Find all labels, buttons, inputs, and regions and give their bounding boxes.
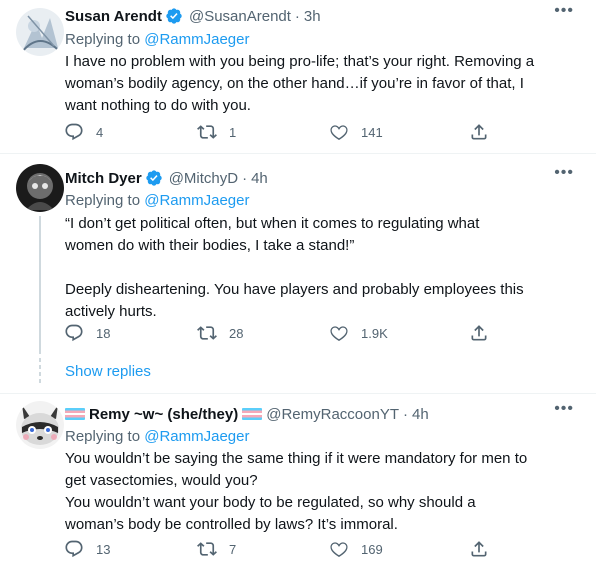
retweet-button[interactable]: 7 bbox=[197, 539, 236, 559]
replying-to-label: Replying to bbox=[65, 428, 141, 445]
replying-to-label: Replying to bbox=[65, 31, 141, 48]
author-name[interactable]: Remy ~w~ (she/they) bbox=[89, 406, 238, 423]
like-icon bbox=[330, 125, 348, 141]
tweet-time[interactable]: 4h bbox=[251, 170, 268, 187]
tweet-text: I have no problem with you being pro-lif… bbox=[65, 53, 535, 114]
thread-dots bbox=[39, 358, 41, 386]
reply-icon bbox=[65, 540, 83, 558]
avatar-susan-arendt[interactable] bbox=[16, 8, 64, 56]
reply-count: 4 bbox=[96, 124, 104, 140]
retweet-count: 1 bbox=[229, 124, 237, 140]
replying-to-link[interactable]: @RammJaeger bbox=[144, 192, 249, 209]
like-count: 141 bbox=[361, 124, 383, 140]
reply-count: 18 bbox=[96, 325, 111, 341]
tweet-header: Remy ~w~ (she/they) @RemyRaccoonYT · 4h bbox=[65, 403, 429, 425]
verified-badge-icon bbox=[145, 169, 163, 187]
replying-to: Replying to @RammJaeger bbox=[65, 428, 249, 445]
more-icon[interactable]: ••• bbox=[554, 164, 574, 182]
share-button[interactable] bbox=[469, 323, 489, 343]
tweet-time[interactable]: 4h bbox=[412, 406, 429, 423]
share-button[interactable] bbox=[469, 122, 489, 142]
reply-icon bbox=[65, 123, 83, 141]
tweet-actions: 13 7 169 bbox=[64, 539, 494, 563]
like-button[interactable]: 141 bbox=[329, 122, 383, 142]
replying-to-link[interactable]: @RammJaeger bbox=[144, 428, 249, 445]
author-name[interactable]: Mitch Dyer bbox=[65, 170, 142, 187]
like-count: 1.9K bbox=[361, 325, 388, 341]
like-button[interactable]: 1.9K bbox=[329, 323, 388, 343]
retweet-icon bbox=[197, 542, 217, 556]
replying-to: Replying to @RammJaeger bbox=[65, 192, 249, 209]
share-button[interactable] bbox=[469, 539, 489, 559]
tweet-text: “I don’t get political often, but when i… bbox=[65, 215, 524, 320]
author-handle[interactable]: @SusanArendt bbox=[189, 8, 291, 25]
reply-button[interactable]: 13 bbox=[64, 539, 110, 559]
reply-count: 13 bbox=[96, 541, 111, 557]
replying-to-label: Replying to bbox=[65, 192, 141, 209]
retweet-button[interactable]: 28 bbox=[197, 323, 243, 343]
retweet-count: 7 bbox=[229, 541, 237, 557]
show-replies-link[interactable]: Show replies bbox=[65, 363, 151, 380]
separator-dot: · bbox=[242, 169, 248, 187]
retweet-icon bbox=[197, 326, 217, 340]
separator-dot: · bbox=[294, 7, 300, 25]
author-name[interactable]: Susan Arendt bbox=[65, 8, 162, 25]
like-button[interactable]: 169 bbox=[329, 539, 383, 559]
verified-badge-icon bbox=[165, 7, 183, 25]
tweet-actions: 4 1 141 bbox=[64, 122, 494, 146]
tweet-text: You wouldn’t be saying the same thing if… bbox=[65, 450, 528, 533]
tweet-susan-arendt[interactable]: Susan Arendt @SusanArendt · 3h ••• Reply… bbox=[0, 0, 596, 153]
avatar-remy[interactable] bbox=[16, 401, 64, 449]
share-icon bbox=[471, 124, 487, 140]
tweet-remy[interactable]: Remy ~w~ (she/they) @RemyRaccoonYT · 4h … bbox=[0, 394, 596, 574]
reply-button[interactable]: 4 bbox=[64, 122, 103, 142]
tweet-header: Susan Arendt @SusanArendt · 3h bbox=[65, 5, 321, 27]
tweet-header: Mitch Dyer @MitchyD · 4h bbox=[65, 167, 268, 189]
reply-button[interactable]: 18 bbox=[64, 323, 110, 343]
tweet-time[interactable]: 3h bbox=[304, 8, 321, 25]
more-icon[interactable]: ••• bbox=[554, 2, 574, 20]
replying-to: Replying to @RammJaeger bbox=[65, 31, 249, 48]
reply-icon bbox=[65, 324, 83, 342]
retweet-button[interactable]: 1 bbox=[197, 122, 236, 142]
like-count: 169 bbox=[361, 541, 383, 557]
author-handle[interactable]: @MitchyD bbox=[169, 170, 238, 187]
like-icon bbox=[330, 542, 348, 558]
tweet-mitch-dyer[interactable]: Mitch Dyer @MitchyD · 4h ••• Replying to… bbox=[0, 154, 596, 387]
share-icon bbox=[471, 541, 487, 557]
like-icon bbox=[330, 326, 348, 342]
thread-line bbox=[39, 216, 41, 354]
trans-flag-emoji bbox=[65, 408, 85, 420]
share-icon bbox=[471, 325, 487, 341]
more-icon[interactable]: ••• bbox=[554, 400, 574, 418]
avatar-mitch-dyer[interactable] bbox=[16, 164, 64, 212]
replying-to-link[interactable]: @RammJaeger bbox=[144, 31, 249, 48]
retweet-icon bbox=[197, 125, 217, 139]
separator-dot: · bbox=[403, 405, 409, 423]
author-handle[interactable]: @RemyRaccoonYT bbox=[266, 406, 399, 423]
trans-flag-emoji bbox=[242, 408, 263, 420]
tweet-actions: 18 28 1.9K bbox=[64, 323, 494, 347]
retweet-count: 28 bbox=[229, 325, 244, 341]
